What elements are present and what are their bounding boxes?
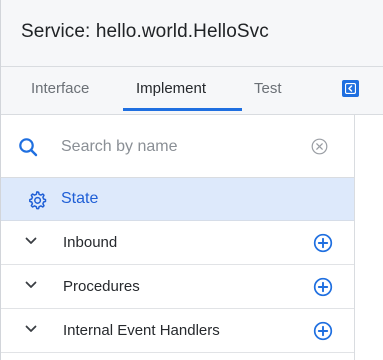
gear-icon [29, 191, 47, 210]
section-label: Internal Event Handlers [63, 322, 220, 339]
tab-implement[interactable]: Implement [136, 80, 206, 97]
panel-header: Service: hello.world.HelloSvc [1, 0, 383, 67]
section-internal-event-handlers[interactable]: Internal Event Handlers [1, 309, 354, 353]
section-label: Procedures [63, 278, 140, 295]
chevron-down-icon[interactable] [25, 237, 37, 245]
section-inbound[interactable]: Inbound [1, 221, 354, 265]
collapse-panel-icon [345, 83, 356, 94]
collapse-panel-button[interactable] [342, 80, 359, 97]
state-item[interactable]: State [1, 178, 354, 221]
chevron-down-icon[interactable] [25, 325, 37, 333]
implementation-list: State Inbound Procedures [1, 115, 354, 360]
clear-icon[interactable] [311, 138, 328, 155]
add-circle-icon[interactable] [313, 233, 333, 253]
chevron-down-icon[interactable] [25, 281, 37, 289]
service-panel: Service: hello.world.HelloSvc Interface … [0, 0, 383, 360]
tab-test[interactable]: Test [254, 80, 282, 97]
search-input[interactable] [61, 135, 301, 159]
state-label: State [61, 190, 99, 207]
active-tab-indicator [123, 108, 242, 111]
search-bar [1, 115, 354, 178]
search-icon [19, 138, 38, 157]
panel-divider [354, 115, 355, 360]
service-title: Service: hello.world.HelloSvc [21, 21, 269, 42]
section-procedures[interactable]: Procedures [1, 265, 354, 309]
section-label: Inbound [63, 234, 118, 251]
add-circle-icon[interactable] [313, 321, 333, 341]
tab-bar: Interface Implement Test [1, 67, 383, 115]
add-circle-icon[interactable] [313, 277, 333, 297]
tab-interface[interactable]: Interface [31, 80, 89, 97]
